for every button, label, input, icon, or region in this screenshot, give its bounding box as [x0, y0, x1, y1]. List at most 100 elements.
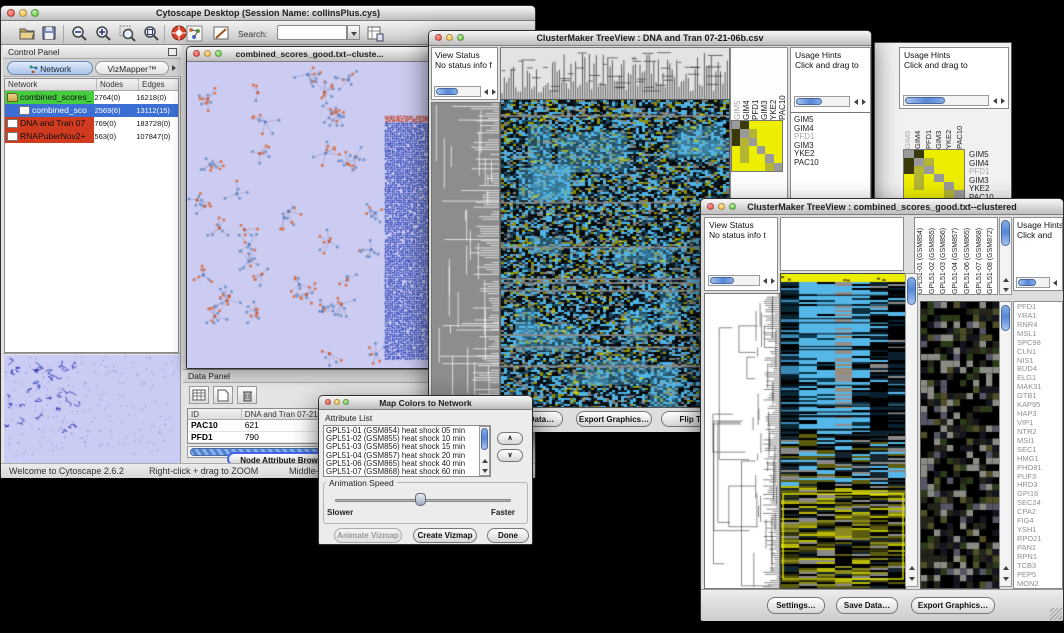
- gene-column-label[interactable]: GIM4: [913, 111, 923, 149]
- search-input[interactable]: [277, 25, 347, 40]
- row-dendrogram[interactable]: [431, 102, 500, 408]
- attribute-item[interactable]: GPL51-07 (GSM868) heat shock 60 min: [326, 468, 488, 476]
- gene-column-label[interactable]: YKE2: [769, 50, 778, 120]
- close-icon[interactable]: [7, 9, 15, 17]
- gene-column-label[interactable]: GIM5: [733, 50, 742, 120]
- open-file-button[interactable]: [17, 23, 37, 43]
- network-list-row[interactable]: RNAPuberNov2+ 563(0) 107847(0): [5, 130, 178, 143]
- move-up-button[interactable]: ∧: [497, 432, 523, 445]
- scroll-up-icon[interactable]: [482, 459, 488, 463]
- zoom-window-icon[interactable]: [729, 203, 736, 210]
- gene-column-label[interactable]: GIM5: [903, 111, 913, 149]
- zoom-in-icon[interactable]: [93, 23, 113, 43]
- col-network[interactable]: Network: [5, 79, 97, 90]
- scroll-up-icon[interactable]: [1003, 278, 1009, 282]
- zoom-window-icon[interactable]: [215, 50, 222, 57]
- attribute-table-icon[interactable]: [189, 386, 209, 404]
- scroll-down-icon[interactable]: [1003, 288, 1009, 292]
- zoom-window-icon[interactable]: [343, 399, 349, 405]
- labels-vscrollbar[interactable]: [999, 217, 1012, 295]
- save-button[interactable]: [39, 23, 59, 43]
- scroll-down-icon[interactable]: [1003, 577, 1009, 581]
- usage-hscrollbar[interactable]: [903, 95, 989, 106]
- gene-column-label[interactable]: GIM3: [934, 111, 944, 149]
- usage-hscrollbar[interactable]: [794, 96, 850, 107]
- export-graphics-button[interactable]: Export Graphics…: [576, 411, 652, 427]
- column-dendrogram-panel[interactable]: [780, 217, 904, 271]
- close-icon[interactable]: [325, 399, 331, 405]
- search-dropdown-button[interactable]: [347, 25, 360, 40]
- treeview1-titlebar[interactable]: ClusterMaker TreeView : DNA and Tran 07-…: [429, 31, 871, 46]
- gene-column-label[interactable]: YKE2: [944, 111, 954, 149]
- export-graphics-button[interactable]: Export Graphics…: [911, 597, 995, 614]
- array-column-label[interactable]: GPL51-06 (GSM865): [963, 219, 975, 294]
- scroll-thumb[interactable]: [1018, 279, 1036, 286]
- zoom-fit-icon[interactable]: [141, 23, 161, 43]
- zoom-out-icon[interactable]: [69, 23, 89, 43]
- resize-grip[interactable]: [1050, 608, 1062, 620]
- speed-slider-thumb[interactable]: [415, 493, 426, 506]
- animate-vizmap-button[interactable]: Animate Vizmap: [334, 528, 402, 543]
- zoom-window-icon[interactable]: [31, 9, 39, 17]
- treeview2-titlebar[interactable]: ClusterMaker TreeView : combined_scores_…: [701, 199, 1063, 215]
- gene-column-label[interactable]: GIM3: [760, 50, 769, 120]
- scroll-right-icon[interactable]: [1001, 98, 1005, 104]
- gene-column-label[interactable]: PFD1: [924, 111, 934, 149]
- col-id[interactable]: ID: [188, 409, 242, 419]
- settings-button[interactable]: Settings…: [767, 597, 825, 614]
- scroll-thumb[interactable]: [907, 277, 916, 305]
- main-heatmap[interactable]: [500, 99, 730, 408]
- scroll-right-icon[interactable]: [492, 89, 496, 95]
- scroll-left-icon[interactable]: [484, 89, 488, 95]
- gene-label[interactable]: PAC10: [794, 159, 864, 168]
- minimize-icon[interactable]: [334, 399, 340, 405]
- zoom-window-icon[interactable]: [457, 34, 464, 41]
- array-column-label[interactable]: GPL51-08 (GSM872): [986, 219, 998, 294]
- status-hscrollbar[interactable]: [434, 86, 481, 97]
- row-dendrogram[interactable]: [704, 293, 780, 589]
- zoom-heatmap-matrix[interactable]: [903, 149, 965, 199]
- list-vscrollbar[interactable]: [479, 426, 490, 476]
- zoom-heatmap[interactable]: [920, 301, 1000, 589]
- scroll-left-icon[interactable]: [854, 99, 858, 105]
- tab-overflow-icon[interactable]: [172, 65, 176, 71]
- network-node-icon[interactable]: [184, 23, 204, 43]
- network-view-titlebar[interactable]: combined_scores_good.txt--cluste...: [187, 47, 432, 62]
- float-panel-icon[interactable]: [168, 48, 177, 56]
- scroll-up-icon[interactable]: [909, 566, 915, 570]
- scroll-thumb[interactable]: [796, 98, 822, 105]
- zoom-selected-icon[interactable]: [117, 23, 137, 43]
- gene-column-label[interactable]: PAC10: [955, 111, 965, 149]
- scroll-right-icon[interactable]: [771, 278, 775, 284]
- tab-vizmapper[interactable]: VizMapper™: [95, 61, 169, 75]
- gene-column-label[interactable]: PAC10: [778, 50, 785, 120]
- minimize-icon[interactable]: [718, 203, 725, 210]
- birdseye-view[interactable]: [3, 353, 181, 463]
- array-column-label[interactable]: GPL51-07 (GSM868): [975, 219, 987, 294]
- zoom-heatmap-matrix[interactable]: [731, 120, 783, 172]
- save-data-button[interactable]: Save Data…: [836, 597, 898, 614]
- gene-label[interactable]: MON2: [1017, 580, 1062, 589]
- scroll-thumb[interactable]: [905, 97, 945, 104]
- done-button[interactable]: Done: [487, 528, 529, 543]
- scroll-thumb[interactable]: [1001, 305, 1010, 331]
- close-icon[interactable]: [435, 34, 442, 41]
- main-heatmap[interactable]: [780, 273, 906, 589]
- minimize-icon[interactable]: [19, 9, 27, 17]
- scroll-down-icon[interactable]: [909, 577, 915, 581]
- scroll-thumb[interactable]: [481, 428, 488, 450]
- gene-column-label[interactable]: PFD1: [751, 50, 760, 120]
- network-list-row[interactable]: combined_sco 2569(6) 13112(15): [5, 104, 178, 117]
- minimize-icon[interactable]: [446, 34, 453, 41]
- gene-column-label[interactable]: GIM4: [742, 50, 751, 120]
- heatmap-vscrollbar[interactable]: [905, 273, 918, 587]
- scroll-up-icon[interactable]: [1003, 566, 1009, 570]
- export-table-icon[interactable]: [365, 23, 385, 43]
- column-dendrogram[interactable]: [500, 47, 730, 100]
- new-attribute-icon[interactable]: [213, 386, 233, 404]
- array-column-label[interactable]: GPL51-02 (GSM855): [928, 219, 940, 294]
- close-icon[interactable]: [193, 50, 200, 57]
- delete-attribute-icon[interactable]: [237, 386, 257, 404]
- dialog-titlebar[interactable]: Map Colors to Network: [319, 396, 532, 410]
- scroll-left-icon[interactable]: [1053, 280, 1057, 286]
